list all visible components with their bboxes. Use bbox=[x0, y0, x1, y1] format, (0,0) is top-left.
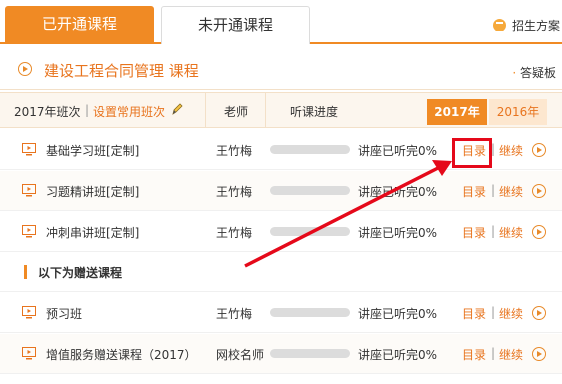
tab-unenrolled-courses[interactable]: 未开通课程 bbox=[161, 6, 310, 44]
course-tabs: 已开通课程 未开通课程 招生方案 bbox=[0, 0, 562, 44]
screen-icon bbox=[22, 143, 36, 156]
gift-section-label: 以下为赠送课程 bbox=[38, 266, 123, 280]
continue-link[interactable]: 继续 bbox=[499, 305, 523, 322]
catalog-link[interactable]: 目录 bbox=[462, 183, 486, 200]
course-title-row: 建设工程合同管理 课程 · 答疑板 bbox=[0, 46, 562, 90]
catalog-link[interactable]: 目录 bbox=[462, 346, 486, 363]
gift-section-header: 以下为赠送课程 bbox=[0, 252, 562, 292]
progress-status: 讲座已听完0% bbox=[358, 348, 438, 362]
year-tab-2016[interactable]: 2016年 bbox=[489, 99, 547, 125]
catalog-link[interactable]: 目录 bbox=[462, 224, 486, 241]
column-divider bbox=[265, 93, 266, 127]
course-title: 建设工程合同管理 课程 bbox=[44, 62, 199, 80]
progress-bar bbox=[270, 308, 350, 317]
course-row: 增值服务赠送课程（2017） 网校名师 讲座已听完0% 目录 | 继续 bbox=[0, 334, 562, 374]
screen-icon bbox=[22, 225, 36, 238]
continue-link[interactable]: 继续 bbox=[499, 346, 523, 363]
year-tab-2017[interactable]: 2017年 bbox=[427, 99, 487, 125]
teacher-name: 网校名师 bbox=[216, 348, 265, 362]
progress-status: 讲座已听完0% bbox=[358, 185, 438, 199]
play-circle-icon[interactable] bbox=[532, 306, 546, 320]
link-separator: | bbox=[491, 305, 496, 319]
section-marker bbox=[24, 265, 27, 279]
link-separator: | bbox=[491, 224, 496, 238]
annotation-highlight-box bbox=[452, 138, 492, 168]
course-name[interactable]: 习题精讲班[定制] bbox=[46, 183, 139, 200]
header-separator: | bbox=[85, 103, 90, 117]
continue-link[interactable]: 继续 bbox=[499, 224, 523, 241]
course-name[interactable]: 增值服务赠送课程（2017） bbox=[46, 346, 197, 363]
continue-link[interactable]: 继续 bbox=[499, 183, 523, 200]
continue-link[interactable]: 继续 bbox=[499, 142, 523, 159]
course-name[interactable]: 基础学习班[定制] bbox=[46, 142, 139, 159]
play-circle-icon[interactable] bbox=[532, 347, 546, 361]
course-row: 习题精讲班[定制] 王竹梅 讲座已听完0% 目录 | 继续 bbox=[0, 171, 562, 211]
course-name[interactable]: 冲刺串讲班[定制] bbox=[46, 224, 139, 241]
teacher-column-header: 老师 bbox=[224, 105, 249, 119]
progress-status: 讲座已听完0% bbox=[358, 144, 438, 158]
screen-icon bbox=[22, 306, 36, 319]
teacher-name: 王竹梅 bbox=[216, 307, 253, 321]
progress-status: 讲座已听完0% bbox=[358, 307, 438, 321]
teacher-name: 王竹梅 bbox=[216, 226, 253, 240]
link-separator: | bbox=[491, 346, 496, 360]
play-circle-icon bbox=[18, 62, 32, 76]
progress-bar bbox=[270, 227, 350, 236]
course-row: 预习班 王竹梅 讲座已听完0% 目录 | 继续 bbox=[0, 293, 562, 333]
qa-board-link[interactable]: · 答疑板 bbox=[512, 64, 556, 81]
enrollment-plan-label: 招生方案 bbox=[511, 19, 560, 33]
set-common-class-link[interactable]: 设置常用班次 bbox=[93, 103, 165, 120]
catalog-link[interactable]: 目录 bbox=[462, 305, 486, 322]
progress-bar bbox=[270, 349, 350, 358]
teacher-name: 王竹梅 bbox=[216, 144, 253, 158]
progress-bar bbox=[270, 186, 350, 195]
play-circle-icon[interactable] bbox=[532, 184, 546, 198]
qa-board-label: 答疑板 bbox=[519, 66, 556, 80]
pencil-icon[interactable] bbox=[171, 102, 183, 116]
class-year-label: 2017年班次 bbox=[14, 105, 81, 119]
bullet-dot: · bbox=[512, 66, 520, 80]
tab-enrolled-courses[interactable]: 已开通课程 bbox=[5, 6, 154, 44]
link-separator: | bbox=[491, 183, 496, 197]
course-row: 冲刺串讲班[定制] 王竹梅 讲座已听完0% 目录 | 继续 bbox=[0, 212, 562, 252]
play-circle-icon[interactable] bbox=[532, 225, 546, 239]
document-icon bbox=[492, 19, 506, 33]
course-name[interactable]: 预习班 bbox=[46, 305, 82, 322]
play-circle-icon[interactable] bbox=[532, 143, 546, 157]
progress-status: 讲座已听完0% bbox=[358, 226, 438, 240]
table-header: 2017年班次 | 设置常用班次 老师 听课进度 2017年 2016年 bbox=[0, 92, 562, 128]
enrollment-plan-link[interactable]: 招生方案 bbox=[492, 17, 560, 34]
screen-icon bbox=[22, 347, 36, 360]
progress-bar bbox=[270, 145, 350, 154]
teacher-name: 王竹梅 bbox=[216, 185, 253, 199]
progress-column-header: 听课进度 bbox=[290, 105, 339, 119]
screen-icon bbox=[22, 184, 36, 197]
column-divider bbox=[205, 93, 206, 127]
